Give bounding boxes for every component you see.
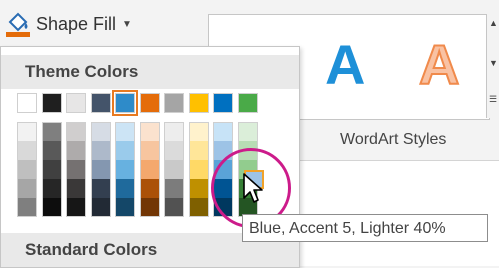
theme-color-swatch[interactable]	[17, 93, 37, 113]
wordart-style-orange-outline[interactable]: A	[418, 32, 460, 97]
theme-shade-swatch[interactable]	[237, 122, 258, 141]
theme-shade-swatch[interactable]	[90, 198, 111, 217]
theme-shade-swatch[interactable]	[139, 179, 160, 198]
theme-shade-swatch[interactable]	[41, 179, 62, 198]
shape-fill-button[interactable]: Shape Fill ▼	[4, 6, 154, 42]
theme-shade-swatch[interactable]	[66, 160, 86, 179]
gallery-scrollbar[interactable]: ▲ ▼ ☰	[486, 14, 499, 118]
theme-shade-swatch[interactable]	[17, 179, 37, 198]
theme-color-swatch[interactable]	[41, 93, 62, 113]
theme-shade-swatch[interactable]	[164, 141, 184, 160]
theme-shade-swatch[interactable]	[115, 122, 135, 141]
gallery-more-icon[interactable]: ☰	[489, 94, 497, 105]
theme-color-swatch[interactable]	[90, 93, 111, 113]
theme-shade-swatch[interactable]	[164, 122, 184, 141]
shape-fill-label: Shape Fill	[36, 13, 117, 34]
mouse-pointer-icon	[242, 172, 268, 206]
scroll-down-icon[interactable]: ▼	[489, 58, 498, 68]
theme-shade-swatch[interactable]	[41, 198, 62, 217]
theme-shade-swatch[interactable]	[139, 141, 160, 160]
wordart-style-blue[interactable]: A	[325, 33, 365, 97]
paint-bucket-icon	[4, 10, 32, 38]
theme-shade-swatch[interactable]	[90, 141, 111, 160]
theme-shade-swatch[interactable]	[17, 141, 37, 160]
theme-shade-swatch[interactable]	[188, 179, 209, 198]
theme-shade-swatch[interactable]	[188, 141, 209, 160]
theme-shade-swatch[interactable]	[17, 122, 37, 141]
theme-shade-swatch[interactable]	[139, 198, 160, 217]
theme-shade-swatch[interactable]	[164, 179, 184, 198]
theme-shade-swatch[interactable]	[139, 160, 160, 179]
theme-shade-swatch[interactable]	[188, 122, 209, 141]
theme-shade-swatch[interactable]	[66, 198, 86, 217]
theme-shade-swatch[interactable]	[17, 160, 37, 179]
scroll-up-icon[interactable]: ▲	[489, 18, 498, 28]
theme-shade-swatch[interactable]	[66, 141, 86, 160]
theme-shade-swatch[interactable]	[17, 198, 37, 217]
theme-shade-swatch[interactable]	[66, 179, 86, 198]
theme-shade-swatch[interactable]	[90, 179, 111, 198]
theme-shade-swatch[interactable]	[115, 179, 135, 198]
theme-shade-swatch[interactable]	[188, 160, 209, 179]
theme-color-swatch[interactable]	[237, 93, 258, 113]
theme-color-swatch[interactable]	[188, 93, 209, 113]
theme-shade-swatch[interactable]	[115, 198, 135, 217]
theme-shade-swatch[interactable]	[115, 141, 135, 160]
theme-shade-swatch[interactable]	[41, 122, 62, 141]
theme-colors-header: Theme Colors	[1, 55, 299, 89]
theme-shade-swatch[interactable]	[90, 122, 111, 141]
theme-color-swatch[interactable]	[112, 90, 138, 116]
color-tooltip: Blue, Accent 5, Lighter 40%	[242, 214, 488, 242]
theme-shade-swatch[interactable]	[213, 122, 233, 141]
theme-color-swatch[interactable]	[139, 93, 160, 113]
theme-shade-swatch[interactable]	[115, 160, 135, 179]
theme-shade-swatch[interactable]	[139, 122, 160, 141]
theme-shade-swatch[interactable]	[188, 198, 209, 217]
theme-shade-swatch[interactable]	[41, 160, 62, 179]
theme-color-swatch[interactable]	[213, 93, 233, 113]
theme-color-swatch[interactable]	[164, 93, 184, 113]
theme-shade-swatch[interactable]	[90, 160, 111, 179]
theme-color-swatch[interactable]	[66, 93, 86, 113]
theme-shade-swatch[interactable]	[164, 198, 184, 217]
wordart-group-label: WordArt Styles	[340, 131, 447, 148]
theme-shade-swatch[interactable]	[41, 141, 62, 160]
chevron-down-icon: ▼	[122, 18, 132, 30]
theme-shade-swatch[interactable]	[164, 160, 184, 179]
theme-shade-swatch[interactable]	[66, 122, 86, 141]
